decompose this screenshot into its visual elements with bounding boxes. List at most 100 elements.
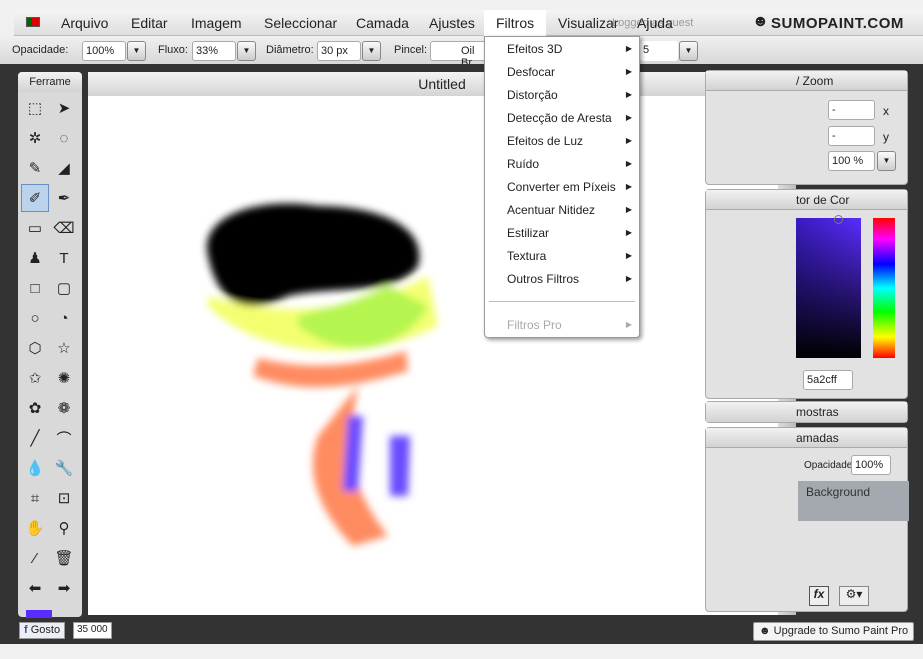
fx-icon[interactable]: fx — [809, 586, 829, 606]
hue-slider[interactable] — [873, 218, 895, 358]
filter-menu-item[interactable]: Outros Filtros ▶ — [507, 272, 632, 286]
brush-label: Pincel: — [394, 44, 428, 56]
y-field[interactable]: - — [828, 126, 875, 146]
layer-settings-gear-icon[interactable]: ⚙▾ — [839, 586, 869, 606]
facebook-like-button[interactable]: f Gosto — [19, 622, 66, 639]
menu-visualizar[interactable]: Visualizar — [558, 15, 618, 31]
ellipse-icon[interactable]: ○ — [21, 304, 49, 332]
diameter-label: Diâmetro: — [266, 44, 314, 56]
opacity-label: Opacidade: — [12, 44, 69, 56]
menu-item-label: Outros Filtros — [507, 272, 580, 286]
submenu-arrow-icon: ▶ — [625, 136, 632, 145]
lasso-icon[interactable]: ◌ — [50, 124, 78, 152]
drop-icon[interactable]: 💧 — [21, 454, 49, 482]
rectangle-icon[interactable]: □ — [21, 274, 49, 302]
zoom-field[interactable]: 100 % — [828, 151, 875, 171]
filter-menu-item[interactable]: Acentuar Nitidez ▶ — [507, 203, 632, 217]
star-icon[interactable]: ☆ — [50, 334, 78, 362]
line-icon[interactable]: ╱ — [21, 424, 49, 452]
foreground-color-swatch[interactable] — [26, 610, 52, 618]
filter-menu-item[interactable]: Converter em Píxeis ▶ — [507, 180, 632, 194]
stamp-icon[interactable]: ♟ — [21, 244, 49, 272]
swatches-panel[interactable]: mostras — [705, 401, 908, 423]
zoom-icon[interactable]: ⚲ — [50, 514, 78, 542]
opacity-field[interactable]: 100% — [82, 41, 126, 61]
brush-extra-field[interactable]: 5 — [640, 41, 678, 61]
crop-icon[interactable]: ⌗ — [21, 484, 49, 512]
rect-select-icon[interactable]: ⬚ — [21, 94, 49, 122]
layer-opacity-field[interactable]: 100% — [851, 455, 891, 475]
x-field[interactable]: - — [828, 100, 875, 120]
drawing-canvas[interactable] — [88, 96, 778, 615]
hexagon-icon[interactable]: ⬡ — [21, 334, 49, 362]
flower-icon[interactable]: ❁ — [50, 394, 78, 422]
menu-ajuda[interactable]: Ajuda — [637, 15, 673, 31]
flow-dropdown[interactable]: ▼ — [237, 41, 256, 61]
menu-imagem[interactable]: Imagem — [191, 15, 242, 31]
brush-icon[interactable]: ✎ — [21, 154, 49, 182]
menu-item-label: Acentuar Nitidez — [507, 203, 596, 217]
layer-background[interactable]: Background — [798, 481, 909, 521]
gear-shape-icon[interactable]: ✺ — [50, 364, 78, 392]
hex-field[interactable]: 5a2cff — [803, 370, 853, 390]
filter-menu-item-pro: Filtros Pro ▶ — [507, 318, 632, 332]
menu-item-label: Estilizar — [507, 226, 550, 240]
logo[interactable]: SUMOPAINT.COM — [771, 15, 904, 32]
filter-menu-item[interactable]: Estilizar ▶ — [507, 226, 632, 240]
color-picker-handle[interactable] — [834, 215, 843, 224]
trash-icon[interactable]: 🗑 — [50, 544, 78, 572]
submenu-arrow-icon: ▶ — [625, 320, 632, 329]
zoom-dropdown[interactable]: ▼ — [877, 151, 896, 171]
brush-select[interactable]: Oil Br — [430, 41, 490, 69]
pie-icon[interactable]: ◔ — [50, 304, 78, 332]
menu-item-label: Distorção — [507, 88, 558, 102]
upgrade-button[interactable]: ☻ Upgrade to Sumo Paint Pro — [753, 622, 915, 641]
gradient-icon[interactable]: ▭ — [21, 214, 49, 242]
color-panel: tor de Cor 5a2cff — [705, 189, 908, 399]
filter-menu-item[interactable]: Detecção de Aresta ▶ — [507, 111, 632, 125]
filter-menu-item[interactable]: Textura ▶ — [507, 249, 632, 263]
arrow-right-icon[interactable]: ➡ — [50, 574, 78, 602]
menu-ajustes[interactable]: Ajustes — [429, 15, 475, 31]
brush-extra-dropdown[interactable]: ▼ — [679, 41, 698, 61]
eyedropper-icon[interactable]: ⁄ — [21, 544, 49, 572]
arrow-left-icon[interactable]: ⬅ — [21, 574, 49, 602]
move-arrow-icon[interactable]: ➤ — [50, 94, 78, 122]
curve-icon[interactable]: ⌒ — [50, 424, 78, 452]
menu-item-label: Detecção de Aresta — [507, 111, 612, 125]
magic-wand-icon[interactable]: ✲ — [21, 124, 49, 152]
pen-icon[interactable]: ✒ — [50, 184, 78, 212]
menu-arquivo[interactable]: Arquivo — [61, 15, 108, 31]
menu-editar[interactable]: Editar — [131, 15, 168, 31]
portugal-flag-icon[interactable] — [26, 17, 40, 27]
smudge-icon[interactable]: ◢ — [50, 154, 78, 182]
filter-menu-item[interactable]: Ruído ▶ — [507, 157, 632, 171]
menu-camada[interactable]: Camada — [356, 15, 409, 31]
star-outline-icon[interactable]: ✩ — [21, 364, 49, 392]
opacity-dropdown[interactable]: ▼ — [127, 41, 146, 61]
blob-icon[interactable]: ✿ — [21, 394, 49, 422]
hand-icon[interactable]: ✋ — [21, 514, 49, 542]
y-label: y — [883, 130, 889, 144]
rounded-rect-icon[interactable]: ▢ — [50, 274, 78, 302]
diameter-field[interactable]: 30 px — [317, 41, 361, 61]
painting — [206, 203, 438, 546]
like-count: 35 000 — [73, 622, 112, 639]
filter-menu-item[interactable]: Distorção ▶ — [507, 88, 632, 102]
color-field[interactable] — [796, 218, 861, 358]
filter-menu-item[interactable]: Efeitos 3D ▶ — [507, 42, 632, 56]
transform-icon[interactable]: ⊡ — [50, 484, 78, 512]
flow-field[interactable]: 33% — [192, 41, 236, 61]
filter-menu-item[interactable]: Efeitos de Luz ▶ — [507, 134, 632, 148]
wrench-icon[interactable]: 🔧 — [50, 454, 78, 482]
menu-filtros[interactable]: Filtros — [484, 10, 547, 36]
filter-menu-item[interactable]: Desfocar ▶ — [507, 65, 632, 79]
eraser-icon[interactable]: ⌫ — [50, 214, 78, 242]
diameter-dropdown[interactable]: ▼ — [362, 41, 381, 61]
submenu-arrow-icon: ▶ — [625, 113, 632, 122]
text-icon[interactable]: T — [50, 244, 78, 272]
swatches-title: mostras — [706, 402, 907, 422]
menu-seleccionar[interactable]: Seleccionar — [264, 15, 337, 31]
pencil-icon[interactable]: ✐ — [21, 184, 49, 212]
submenu-arrow-icon: ▶ — [625, 228, 632, 237]
